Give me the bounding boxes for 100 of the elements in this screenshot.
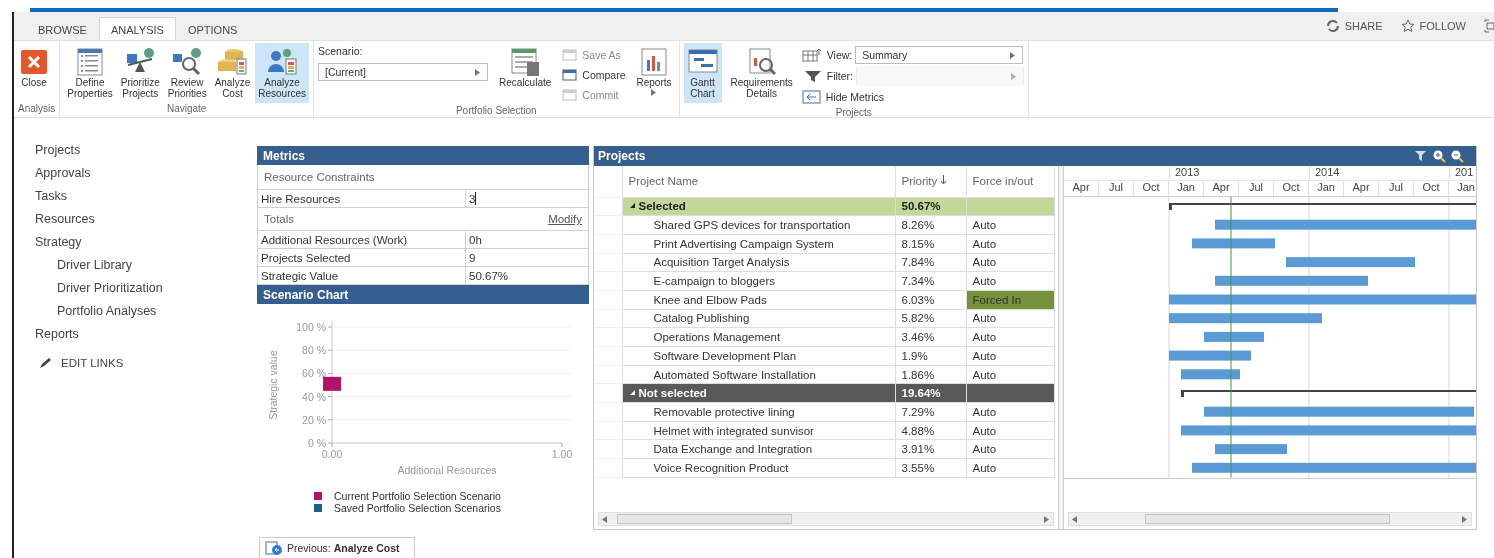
metric-value: 0h <box>468 232 483 248</box>
project-name-cell: Knee and Elbow Pads <box>622 290 895 310</box>
calculator-icon <box>509 46 542 78</box>
top-action-link[interactable]: SHARE <box>1344 20 1383 32</box>
caret-icon <box>1011 72 1017 80</box>
previous-button[interactable]: Previous: Analyze Cost <box>259 537 415 558</box>
bar-chart-icon <box>638 46 670 78</box>
group-name: Not selected <box>638 387 707 400</box>
group-label: Analysis <box>18 103 56 116</box>
nav-link[interactable]: Driver Prioritization <box>35 276 257 299</box>
gantt-bar <box>1181 369 1240 380</box>
close-button[interactable]: Close <box>18 43 50 103</box>
group-label: Projects <box>834 107 873 118</box>
scroll-right-icon <box>1462 515 1468 523</box>
caret-icon <box>1010 51 1017 59</box>
force-cell[interactable]: Auto <box>966 439 1054 459</box>
nav-link[interactable]: Reports <box>35 322 257 345</box>
project-name-cell: Print Advertising Campaign System <box>622 234 895 254</box>
caret-icon <box>475 68 482 76</box>
month-label: Jul <box>1239 181 1274 196</box>
field-label: Scenario: <box>318 45 364 57</box>
tick-label: 100 % <box>296 321 326 333</box>
tick-label: 60 % <box>302 367 326 380</box>
ribbon-button[interactable]: Define Properties <box>64 43 116 103</box>
year-label: 2014 <box>1309 166 1449 180</box>
force-cell[interactable]: Auto <box>966 402 1054 422</box>
column-header[interactable]: Priority <box>895 166 966 197</box>
tick-label: 80 % <box>302 344 326 357</box>
force-cell[interactable]: Auto <box>966 215 1054 235</box>
window-icon <box>562 68 579 82</box>
project-name-cell: Data Exchange and Integration <box>622 439 895 459</box>
horizontal-scrollbar[interactable] <box>598 512 1054 526</box>
month-label: Apr <box>1344 181 1379 196</box>
column-header[interactable]: Project Name <box>622 166 895 197</box>
top-action-link[interactable]: FOLLOW <box>1419 20 1466 32</box>
project-name-cell: Shared GPS devices for transportation <box>622 215 895 235</box>
column-header[interactable]: Force in/out <box>966 166 1054 197</box>
tick-label: 1.00 <box>551 448 573 460</box>
force-cell[interactable]: Auto <box>966 271 1054 291</box>
zoom-in-icon <box>1432 149 1446 163</box>
priority-cell: 7.34% <box>895 271 966 291</box>
year-label: 2013 <box>1169 166 1309 180</box>
force-cell[interactable]: Auto <box>966 253 1054 272</box>
horizontal-scrollbar[interactable] <box>1068 512 1472 526</box>
recalculate-button[interactable]: Recalculate <box>496 43 555 103</box>
month-label: Jan <box>1309 181 1344 196</box>
reports-button[interactable]: Reports <box>633 43 675 103</box>
view-dropdown[interactable]: Summary <box>855 46 1024 64</box>
ribbon-button[interactable]: Analyze Resources <box>255 43 310 103</box>
focus-icon <box>1484 19 1494 33</box>
nav-link[interactable]: Portfolio Analyses <box>35 299 257 322</box>
nav-link[interactable]: Driver Library <box>35 253 257 276</box>
force-cell[interactable]: Auto <box>966 346 1054 366</box>
priority-cell: 5.82% <box>895 309 966 328</box>
priority-cell: 8.15% <box>895 234 966 254</box>
ribbon-button[interactable]: Prioritize Projects <box>117 43 163 103</box>
priority-cell: 1.9% <box>895 346 966 366</box>
force-cell[interactable]: Auto <box>966 458 1054 478</box>
ribbon-tab[interactable]: ANALYSIS <box>98 17 176 41</box>
sync-icon <box>1325 19 1340 33</box>
back-arrow-icon <box>265 541 283 555</box>
scenario-dropdown[interactable]: [Current] <box>318 63 489 81</box>
view-button[interactable]: Gantt Chart <box>683 43 722 103</box>
year-label: 201 <box>1449 166 1476 180</box>
force-cell[interactable]: Auto <box>966 234 1054 254</box>
metric-value: 50.67% <box>468 268 509 284</box>
nav-link[interactable]: Approvals <box>35 161 257 184</box>
ribbon-button[interactable]: Review Priorities <box>164 43 210 103</box>
force-cell[interactable]: Auto <box>966 327 1054 347</box>
project-name-cell: Removable protective lining <box>622 402 895 422</box>
force-cell[interactable]: Auto <box>966 421 1054 440</box>
project-name-cell: Helmet with integrated sunvisor <box>622 421 895 440</box>
panel-title: Projects <box>598 149 646 163</box>
section-header: Totals <box>264 213 295 225</box>
project-name-cell: Catalog Publishing <box>622 309 895 328</box>
ribbon-tab[interactable]: BROWSE <box>26 17 99 41</box>
nav-link[interactable]: Resources <box>35 207 257 230</box>
tick-label: 20 % <box>302 413 326 426</box>
project-name-cell: Acquisition Target Analysis <box>622 253 895 272</box>
hide-metrics-button[interactable]: Hide Metrics <box>801 87 1024 107</box>
nav-link[interactable]: Strategy <box>35 230 257 253</box>
tick-label: 0.00 <box>321 448 343 460</box>
scroll-right-icon <box>1044 515 1050 523</box>
tick-label: 40 % <box>302 390 326 403</box>
ribbon-button[interactable]: Analyze Cost <box>211 43 254 103</box>
people-icon <box>266 46 299 78</box>
view-button[interactable]: Requirements Details <box>727 43 796 103</box>
month-label: Jan <box>1169 181 1204 196</box>
priority-cell: 8.26% <box>895 215 966 235</box>
edit-links-link[interactable]: EDIT LINKS <box>61 357 124 369</box>
ribbon-tab[interactable]: OPTIONS <box>175 17 250 41</box>
force-cell[interactable]: Auto <box>966 309 1054 328</box>
nav-link[interactable]: Projects <box>35 138 257 161</box>
scenario-action-button[interactable]: Compare <box>562 65 626 85</box>
modify-link[interactable]: Modify <box>548 213 582 225</box>
force-cell[interactable]: Auto <box>966 365 1054 384</box>
nav-link[interactable]: Tasks <box>35 184 257 207</box>
project-name-cell: Software Development Plan <box>622 346 895 366</box>
month-label: Jan <box>1449 181 1476 196</box>
legend-label: Current Portfolio Selection Scenario <box>334 490 501 502</box>
